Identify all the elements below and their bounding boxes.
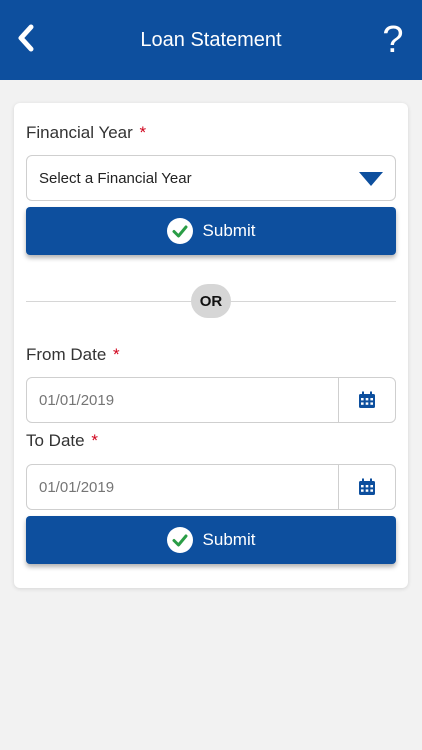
check-circle-icon <box>166 527 193 553</box>
to-date-label-text: To Date <box>26 431 85 450</box>
financial-year-label: Financial Year * <box>26 123 146 143</box>
from-date-calendar-button[interactable] <box>338 378 395 422</box>
to-date-field <box>26 464 396 510</box>
or-badge: OR <box>191 284 231 318</box>
financial-year-select[interactable]: Select a Financial Year <box>26 155 396 201</box>
help-button[interactable]: ? <box>378 18 408 62</box>
financial-year-select-value: Select a Financial Year <box>39 169 192 187</box>
required-mark: * <box>113 345 120 364</box>
page-title: Loan Statement <box>140 28 282 51</box>
check-circle-icon <box>166 218 193 244</box>
from-date-label: From Date * <box>26 345 120 365</box>
to-date-input[interactable] <box>27 465 340 509</box>
from-date-field <box>26 377 396 423</box>
app-header: Loan Statement ? <box>0 0 422 80</box>
statement-form-card: Financial Year * Select a Financial Year… <box>14 103 408 588</box>
caret-down-icon <box>359 172 383 186</box>
chevron-left-icon <box>18 24 34 52</box>
required-mark: * <box>91 431 98 450</box>
submit-label: Submit <box>202 530 256 549</box>
to-date-label: To Date * <box>26 431 98 451</box>
back-button[interactable] <box>12 24 40 52</box>
submit-date-range-button[interactable]: Submit <box>26 516 396 564</box>
calendar-icon <box>359 478 375 495</box>
from-date-input[interactable] <box>27 378 340 422</box>
to-date-calendar-button[interactable] <box>338 465 395 509</box>
submit-financial-year-button[interactable]: Submit <box>26 207 396 255</box>
submit-label: Submit <box>202 221 256 240</box>
financial-year-label-text: Financial Year <box>26 123 133 142</box>
calendar-icon <box>359 391 375 408</box>
required-mark: * <box>139 123 147 142</box>
from-date-label-text: From Date <box>26 345 107 364</box>
